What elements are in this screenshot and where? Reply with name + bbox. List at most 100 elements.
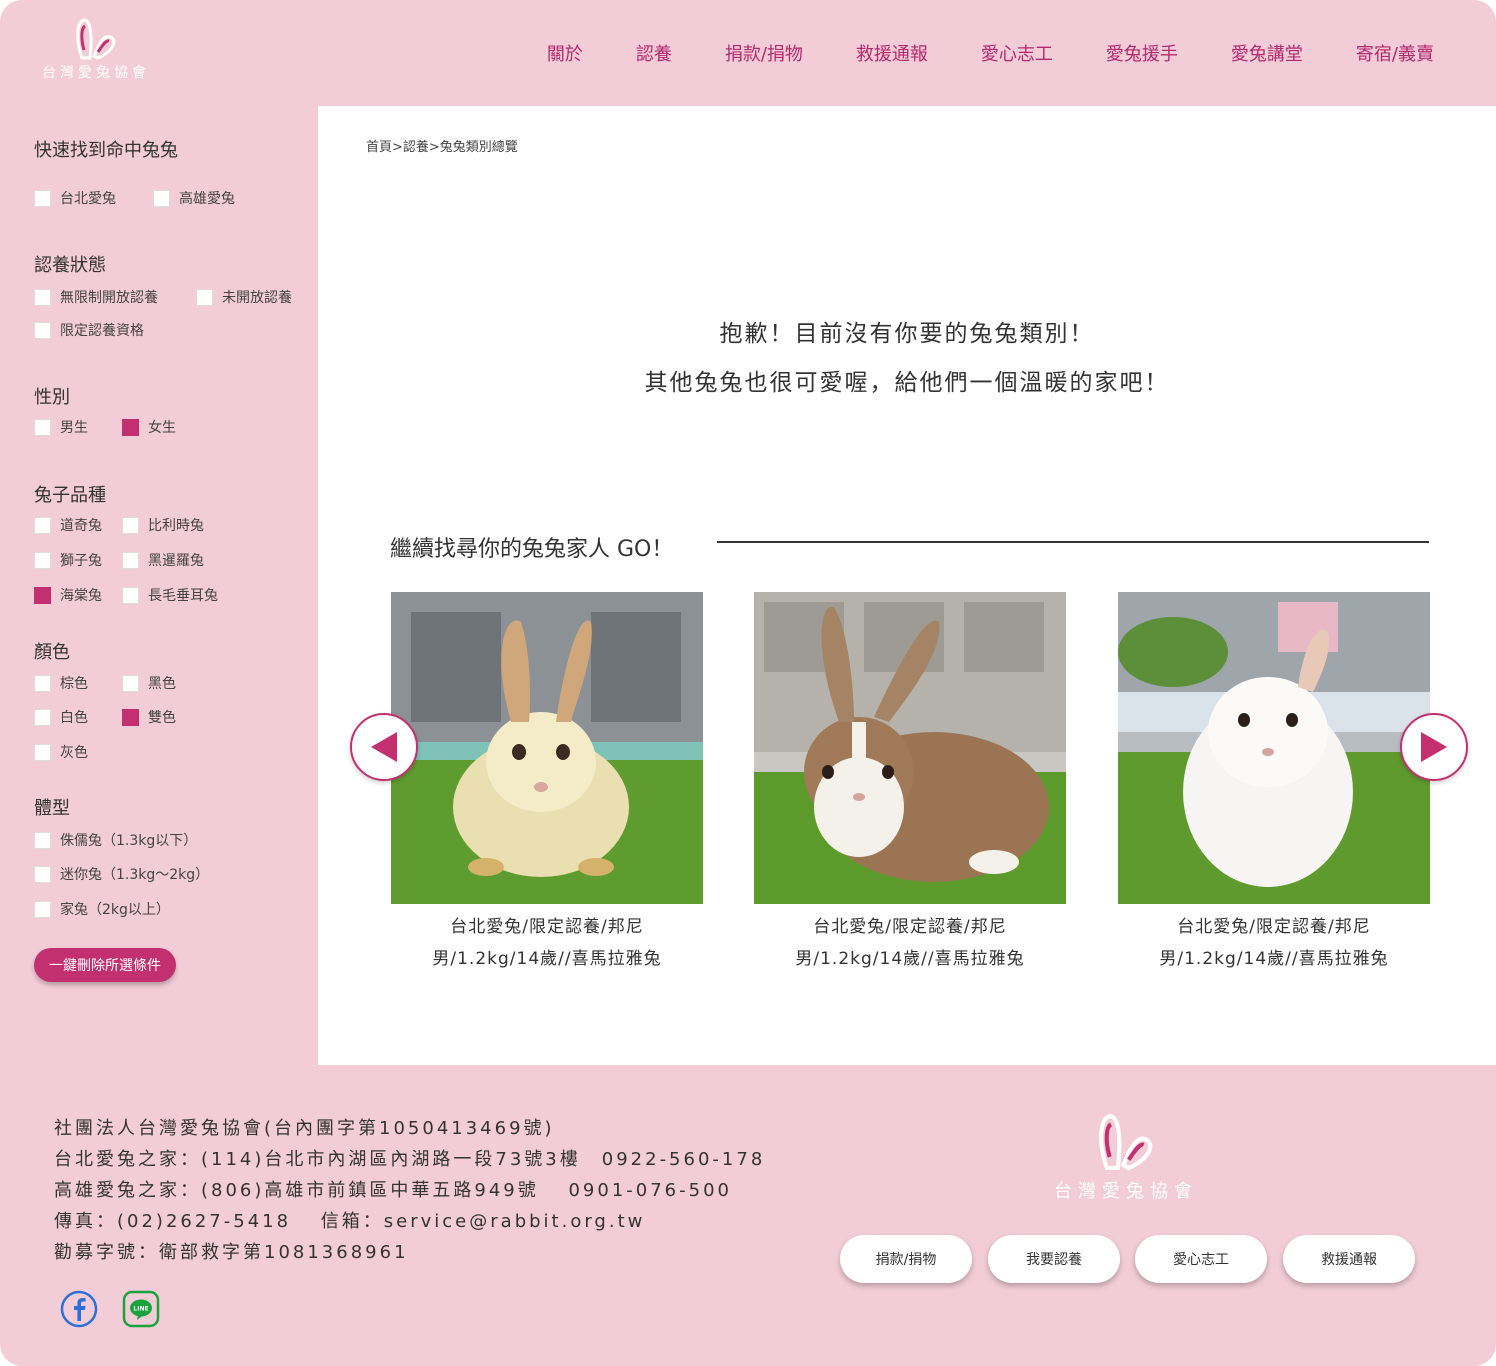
- rabbit-card[interactable]: 台北愛兔/限定認養/邦尼 男/1.2kg/14歲//喜馬拉雅兔: [754, 592, 1066, 975]
- filter-checkbox-lop[interactable]: 長毛垂耳兔: [122, 585, 218, 605]
- filter-checkbox-begonia[interactable]: 海棠兔: [34, 585, 102, 605]
- filter-checkbox-siamese[interactable]: 黑暹羅兔: [122, 550, 204, 570]
- checkbox-label: 未開放認養: [222, 290, 292, 306]
- nav-about[interactable]: 關於: [547, 40, 583, 66]
- nav-helper[interactable]: 愛兔援手: [1106, 40, 1178, 66]
- nav-donate[interactable]: 捐款/捐物: [725, 40, 803, 66]
- carousel-next-button[interactable]: [1400, 713, 1468, 781]
- site-logo[interactable]: 台灣愛兔協會: [36, 18, 156, 94]
- filter-checkbox-standard[interactable]: 家兔（2kg以上）: [34, 899, 170, 919]
- filter-checkbox-female[interactable]: 女生: [122, 417, 176, 437]
- svg-text:LINE: LINE: [133, 1306, 148, 1313]
- checkbox-label: 獅子兔: [60, 553, 102, 569]
- line-icon[interactable]: LINE: [122, 1290, 160, 1328]
- checkbox-label: 台北愛兔: [60, 191, 116, 207]
- filter-checkbox-male[interactable]: 男生: [34, 417, 88, 437]
- filter-title-color: 顏色: [34, 642, 70, 663]
- checkbox-label: 灰色: [60, 745, 88, 761]
- checkbox-box[interactable]: [122, 708, 139, 726]
- footer-logo-text: 台灣愛兔協會: [1054, 1181, 1198, 1202]
- checkbox-box[interactable]: [34, 321, 51, 339]
- checkbox-label: 白色: [60, 710, 88, 726]
- checkbox-box[interactable]: [122, 551, 139, 569]
- logo-text: 台灣愛兔協會: [42, 65, 150, 81]
- checkbox-box[interactable]: [122, 418, 139, 436]
- footer-rescue-button[interactable]: 救援通報: [1283, 1235, 1415, 1283]
- rabbit-photo[interactable]: [391, 592, 703, 904]
- filter-checkbox-limited[interactable]: 限定認養資格: [34, 320, 144, 340]
- checkbox-label: 迷你兔（1.3kg～2kg）: [60, 867, 210, 883]
- rabbit-photo[interactable]: [1118, 592, 1430, 904]
- title-divider: [717, 541, 1429, 543]
- checkbox-box[interactable]: [34, 708, 51, 726]
- filter-checkbox-brown[interactable]: 棕色: [34, 673, 88, 693]
- checkbox-box[interactable]: [34, 900, 51, 918]
- filter-checkbox-closed[interactable]: 未開放認養: [196, 287, 292, 307]
- filter-checkbox-kaohsiung[interactable]: 高雄愛兔: [153, 188, 235, 208]
- filter-checkbox-open[interactable]: 無限制開放認養: [34, 287, 158, 307]
- continue-title: 繼續找尋你的兔兔家人 GO！: [390, 537, 674, 562]
- checkbox-box[interactable]: [34, 865, 51, 883]
- filter-title-status: 認養狀態: [34, 255, 106, 276]
- footer-adopt-button[interactable]: 我要認養: [988, 1235, 1120, 1283]
- filter-checkbox-mini[interactable]: 迷你兔（1.3kg～2kg）: [34, 864, 209, 884]
- checkbox-box[interactable]: [34, 288, 51, 306]
- footer-donate-button[interactable]: 捐款/捐物: [840, 1235, 972, 1283]
- checkbox-box[interactable]: [153, 189, 170, 207]
- rabbit-photo[interactable]: [754, 592, 1066, 904]
- filter-checkbox-black[interactable]: 黑色: [122, 673, 176, 693]
- footer-volunteer-button[interactable]: 愛心志工: [1135, 1235, 1267, 1283]
- checkbox-label: 侏儒兔（1.3kg以下）: [60, 833, 198, 849]
- checkbox-box[interactable]: [34, 516, 51, 534]
- checkbox-box[interactable]: [34, 418, 51, 436]
- checkbox-box[interactable]: [34, 189, 51, 207]
- checkbox-box[interactable]: [34, 743, 51, 761]
- arrow-left-icon: [371, 732, 397, 762]
- filter-checkbox-belgian[interactable]: 比利時兔: [122, 515, 204, 535]
- carousel-prev-button[interactable]: [350, 713, 418, 781]
- checkbox-box[interactable]: [34, 831, 51, 849]
- checkbox-box[interactable]: [196, 288, 213, 306]
- main-content: 首頁>認養>兔兔類別總覽 抱歉！目前沒有你要的兔兔類別！ 其他兔兔也很可愛喔，給…: [318, 106, 1496, 1065]
- footer-contact: 傳真：(02)2627-5418 信箱：service@rabbit.org.t…: [54, 1211, 646, 1232]
- filter-title-breed: 兔子品種: [34, 485, 106, 506]
- empty-message-line2: 其他兔兔也很可愛喔，給他們一個溫暖的家吧！: [644, 370, 1170, 396]
- nav-boarding[interactable]: 寄宿/義賣: [1356, 40, 1434, 66]
- footer-taipei: 台北愛兔之家：(114)台北市內湖區內湖路一段73號3樓 0922-560-17…: [54, 1149, 766, 1170]
- nav-adopt[interactable]: 認養: [636, 40, 672, 66]
- filter-checkbox-white[interactable]: 白色: [34, 707, 88, 727]
- nav-rescue[interactable]: 救援通報: [856, 40, 928, 66]
- facebook-icon[interactable]: [60, 1290, 98, 1328]
- nav-lecture[interactable]: 愛兔講堂: [1231, 40, 1303, 66]
- filter-checkbox-taipei[interactable]: 台北愛兔: [34, 188, 116, 208]
- clear-filters-button[interactable]: 一鍵刪除所選條件: [34, 948, 176, 982]
- checkbox-label: 道奇兔: [60, 518, 102, 534]
- checkbox-box[interactable]: [122, 674, 139, 692]
- card-line2: 男/1.2kg/14歲//喜馬拉雅兔: [432, 949, 662, 969]
- rabbit-card[interactable]: 台北愛兔/限定認養/邦尼 男/1.2kg/14歲//喜馬拉雅兔: [1118, 592, 1430, 975]
- card-line1: 台北愛兔/限定認養/邦尼: [813, 917, 1007, 937]
- filter-sidebar: 快速找到命中兔兔 台北愛兔 高雄愛兔 認養狀態 無限制開放認養 未開放認養 限定…: [0, 106, 318, 1066]
- checkbox-box[interactable]: [122, 586, 139, 604]
- card-line1: 台北愛兔/限定認養/邦尼: [1177, 917, 1371, 937]
- checkbox-label: 長毛垂耳兔: [148, 588, 218, 604]
- filter-checkbox-bicolor[interactable]: 雙色: [122, 707, 176, 727]
- site-footer: 社團法人台灣愛兔協會(台內團字第1050413469號) 台北愛兔之家：(114…: [0, 1065, 1496, 1366]
- nav-volunteer[interactable]: 愛心志工: [981, 40, 1053, 66]
- checkbox-box[interactable]: [34, 551, 51, 569]
- checkbox-box[interactable]: [34, 586, 51, 604]
- footer-logo: 台灣愛兔協會: [1046, 1113, 1206, 1203]
- checkbox-label: 比利時兔: [148, 518, 204, 534]
- filter-checkbox-dutch[interactable]: 道奇兔: [34, 515, 102, 535]
- rabbit-card[interactable]: 台北愛兔/限定認養/邦尼 男/1.2kg/14歲//喜馬拉雅兔: [391, 592, 703, 975]
- checkbox-label: 無限制開放認養: [60, 290, 158, 306]
- rabbit-ears-icon: [76, 18, 116, 60]
- filter-checkbox-dwarf[interactable]: 侏儒兔（1.3kg以下）: [34, 830, 197, 850]
- checkbox-label: 黑暹羅兔: [148, 553, 204, 569]
- filter-title-location: 快速找到命中兔兔: [34, 140, 178, 161]
- filter-checkbox-lionhead[interactable]: 獅子兔: [34, 550, 102, 570]
- checkbox-box[interactable]: [34, 674, 51, 692]
- checkbox-box[interactable]: [122, 516, 139, 534]
- checkbox-label: 海棠兔: [60, 588, 102, 604]
- filter-checkbox-grey[interactable]: 灰色: [34, 742, 88, 762]
